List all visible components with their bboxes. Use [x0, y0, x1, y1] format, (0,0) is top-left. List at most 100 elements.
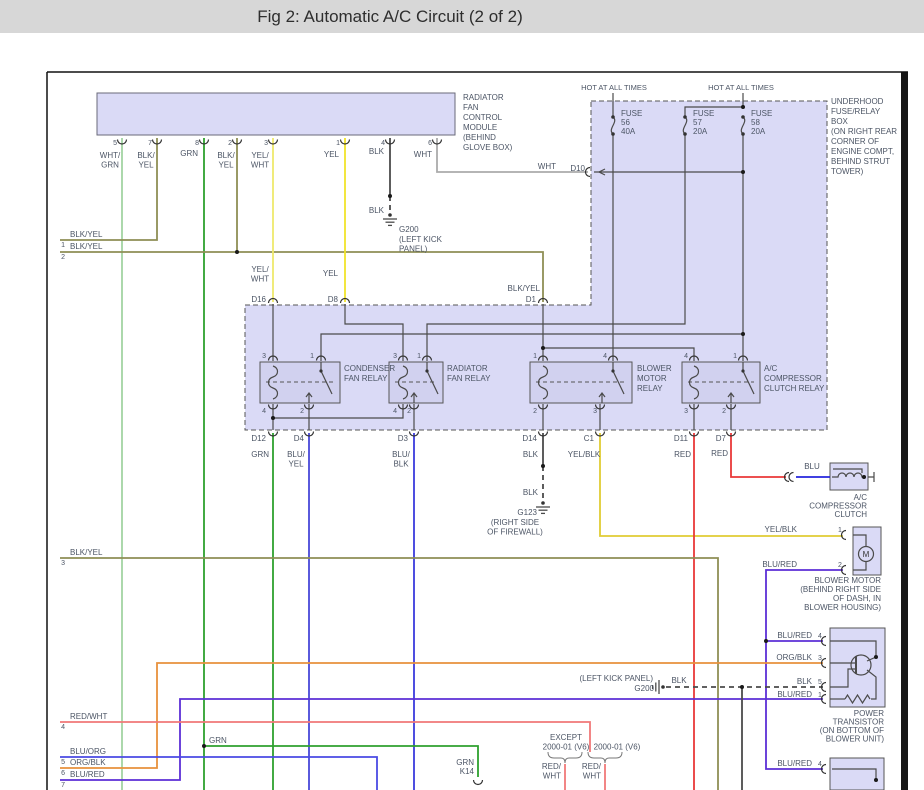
condenser-fan-relay — [259, 361, 341, 404]
wire-org-blk-line6 — [60, 662, 823, 769]
diagram-label: 5 — [61, 759, 65, 766]
relay-switch-pivot — [425, 369, 429, 373]
diagram-label: 7 — [148, 140, 152, 147]
ground-symbol — [383, 213, 397, 227]
diagram-label: BLU/YEL — [287, 450, 306, 469]
diagram-label: 2000-01 (V6) — [594, 743, 641, 752]
diagram-label: 3 — [593, 408, 597, 415]
diagram-label: BLU/RED — [777, 759, 812, 768]
diagram-label: 1 — [733, 353, 737, 360]
diagram-label: ORG/BLK — [776, 653, 812, 662]
diagram-label: GRN — [180, 149, 198, 158]
diagram-label: WHT/GRN — [100, 151, 121, 170]
junction-dot — [740, 685, 744, 689]
diagram-label: RED/WHT — [70, 712, 107, 721]
diagram-label: YEL/BLK — [765, 525, 798, 534]
frame-right-bar — [901, 72, 908, 790]
diagram-label: WHT — [538, 162, 556, 171]
ground-symbol — [536, 501, 550, 515]
connector-arc — [472, 779, 484, 786]
diagram-label: 2 — [407, 408, 411, 415]
diagram-label: D3 — [398, 434, 409, 443]
diagram-label: WHT — [414, 150, 432, 159]
diagram-label: D7 — [716, 434, 727, 443]
diagram-label: BLK/YEL — [508, 284, 541, 293]
diagram-label: 1 — [417, 353, 421, 360]
diagram-label: D14 — [522, 434, 537, 443]
ground-dot — [541, 501, 545, 505]
junction-dot — [874, 778, 878, 782]
diagram-label: HOT AT ALL TIMES — [708, 83, 774, 92]
relay-switch-pivot — [611, 369, 615, 373]
diagram-label: GRN — [251, 450, 269, 459]
diagram-label: ORG/BLK — [70, 758, 106, 767]
diagram-label: YEL/WHT — [251, 265, 270, 284]
diagram-label: 5 — [818, 679, 822, 686]
diagram-label: BLK — [797, 677, 813, 686]
junction-dot — [235, 250, 239, 254]
diagram-label: 2 — [228, 140, 232, 147]
diagram-label: 2 — [838, 562, 842, 569]
diagram-label: BLK/YEL — [70, 548, 103, 557]
diagram-label: YEL — [324, 150, 340, 159]
junction-dot — [741, 105, 745, 109]
diagram-label: BLK/YEL — [70, 242, 103, 251]
wire-blu-org-line5 — [60, 756, 378, 790]
diagram-label: 4 — [61, 724, 65, 731]
ground-dot — [661, 685, 665, 689]
fuse-dot — [741, 115, 745, 119]
diagram-label: BLK/YEL — [217, 151, 235, 170]
diagram-label: 2 — [722, 408, 726, 415]
diagram-label: G200 — [634, 684, 654, 693]
diagram-label: D10 — [570, 164, 585, 173]
relay-switch-pivot — [741, 369, 745, 373]
diagram-label: 3 — [393, 353, 397, 360]
diagram-label: D12 — [251, 434, 266, 443]
wire-blu-red-line7 — [60, 698, 823, 781]
fuse-dot — [683, 115, 687, 119]
diagram-label: YEL/BLK — [568, 450, 601, 459]
junction-dot — [271, 416, 275, 420]
diagram-label: YEL — [323, 269, 339, 278]
diagram-label: RED/WHT — [542, 762, 562, 781]
diagram-label: BLK — [671, 676, 687, 685]
fuse-dot — [611, 115, 615, 119]
diagram-label: 1 — [838, 527, 842, 534]
diagram-label: 1 — [818, 692, 822, 699]
diagram-label: RED/WHT — [582, 762, 602, 781]
diagram-label: BLU — [804, 462, 820, 471]
diagram-label: GRN K14 — [456, 758, 474, 776]
connector-arc — [788, 471, 794, 483]
diagram-label: EXCEPT 2000-01 (V6) — [543, 733, 590, 752]
diagram-label: 1 — [310, 353, 314, 360]
diagram-label: 4 — [393, 408, 397, 415]
diagram-label: POWER TRANSISTOR (ON BOTTOM OF BLOWER UNIT) — [820, 709, 885, 744]
diagram-label: (LEFT KICK PANEL) — [399, 235, 443, 254]
diagram-label: A/C COMPRESSOR CLUTCH — [809, 493, 867, 519]
radiator-fan-control-module — [96, 92, 456, 136]
diagram-label: HOT AT ALL TIMES — [581, 83, 647, 92]
wire-wht-pin6 — [436, 138, 588, 173]
diagram-label: RADIATOR FAN CONTROL MODULE (BEHIND GLOVE BOX… — [463, 93, 513, 152]
diagram-label: UNDERHOOD FUSE/RELAY BOX (ON RIGHT REAR CORN… — [831, 97, 897, 176]
diagram-label: 5 — [113, 140, 117, 147]
diagram-label: (RIGHT SIDE OF FIREWALL) — [487, 518, 543, 537]
diagram-label: 4 — [262, 408, 266, 415]
diagram-label: GRN — [209, 736, 227, 745]
diagram-label: D16 — [251, 295, 266, 304]
diagram-label: 3 — [262, 353, 266, 360]
wire-red-d7 — [730, 433, 786, 478]
diagram-label: 1 — [533, 353, 537, 360]
diagram-label: BLK/YEL — [70, 230, 103, 239]
diagram-label: RED — [711, 449, 728, 458]
diagram-label: 8 — [195, 140, 199, 147]
diagram-label: BLK — [369, 206, 385, 215]
junction-dot — [541, 346, 545, 350]
diagram-label: 2 — [533, 408, 537, 415]
diagram-label: BLU/ORG — [70, 747, 106, 756]
diagram-label: 4 — [818, 761, 822, 768]
clutch-shaft — [868, 472, 875, 482]
diagram-label: BLK — [523, 450, 539, 459]
diagram-label: 4 — [684, 353, 688, 360]
junction-dot — [874, 655, 878, 659]
